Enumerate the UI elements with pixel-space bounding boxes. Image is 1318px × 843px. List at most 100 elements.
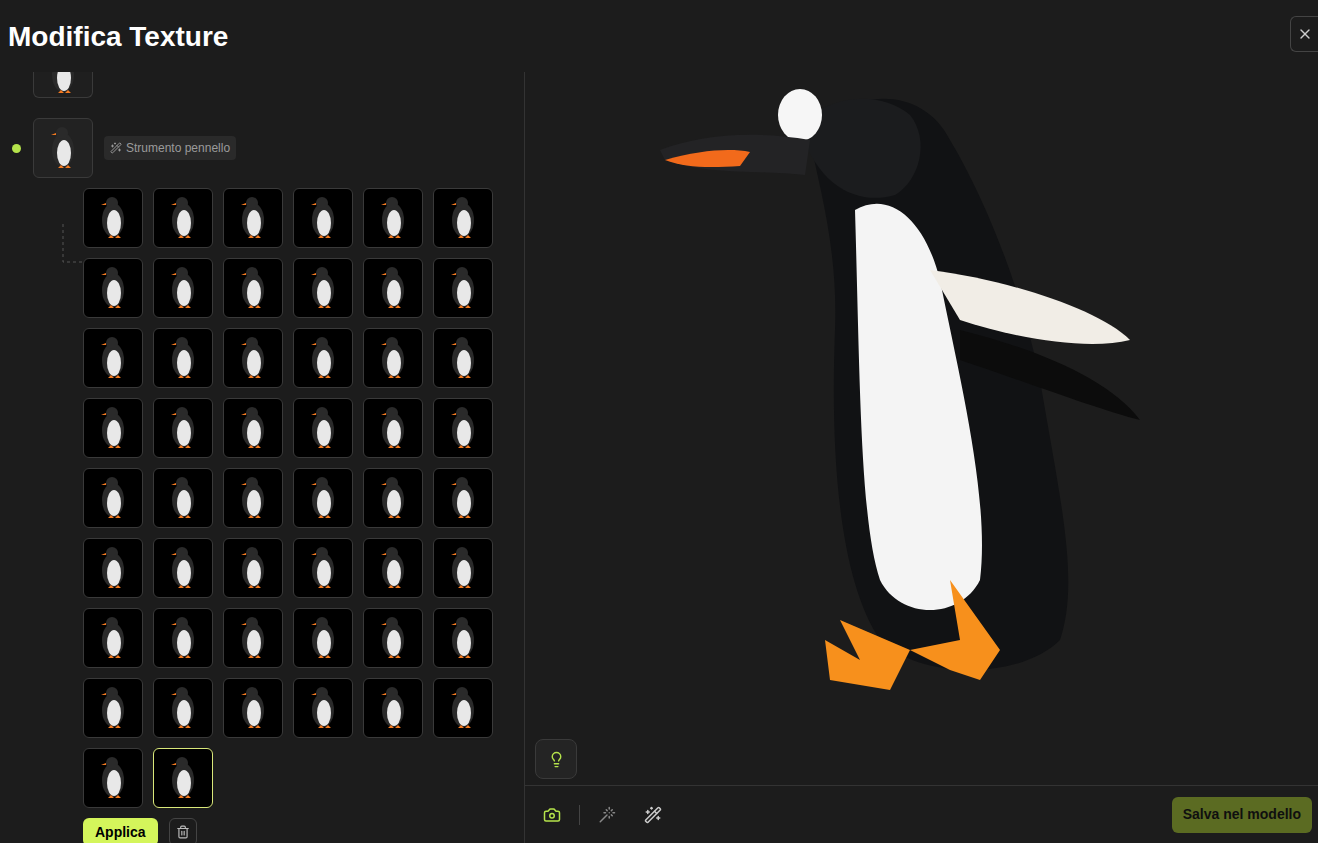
node-thumbnail[interactable] bbox=[33, 72, 93, 98]
variation-thumbnail[interactable] bbox=[433, 608, 493, 668]
variation-thumbnail[interactable] bbox=[153, 188, 213, 248]
variation-thumbnail[interactable] bbox=[433, 678, 493, 738]
apply-actions: Applica bbox=[0, 818, 524, 843]
delete-button[interactable] bbox=[169, 818, 197, 843]
penguin-thumbnail-icon bbox=[93, 264, 133, 312]
variation-thumbnail[interactable] bbox=[293, 188, 353, 248]
penguin-thumbnail-icon bbox=[163, 334, 203, 382]
variation-thumbnail[interactable] bbox=[153, 748, 213, 808]
history-tree: Strumento pennello Applica bbox=[0, 72, 524, 843]
variation-thumbnail[interactable] bbox=[83, 398, 143, 458]
variation-thumbnail[interactable] bbox=[83, 328, 143, 388]
penguin-thumbnail-icon bbox=[373, 194, 413, 242]
variation-thumbnail[interactable] bbox=[153, 258, 213, 318]
apply-button[interactable]: Applica bbox=[83, 818, 158, 843]
variation-thumbnail[interactable] bbox=[293, 678, 353, 738]
penguin-thumbnail-icon bbox=[43, 124, 83, 172]
variation-thumbnail[interactable] bbox=[223, 468, 283, 528]
variation-grid bbox=[0, 188, 524, 808]
lighting-button[interactable] bbox=[535, 739, 577, 779]
viewport-toolbar: Salva nel modello bbox=[525, 785, 1318, 843]
variation-thumbnail[interactable] bbox=[293, 608, 353, 668]
penguin-thumbnail-icon bbox=[163, 754, 203, 802]
variation-thumbnail[interactable] bbox=[223, 398, 283, 458]
variation-thumbnail[interactable] bbox=[293, 468, 353, 528]
penguin-thumbnail-icon bbox=[163, 684, 203, 732]
variation-thumbnail[interactable] bbox=[293, 538, 353, 598]
toolbar-divider bbox=[579, 805, 580, 825]
penguin-thumbnail-icon bbox=[163, 544, 203, 592]
variation-thumbnail[interactable] bbox=[363, 468, 423, 528]
history-panel: Strumento pennello Applica bbox=[0, 72, 525, 843]
tree-node-original[interactable] bbox=[0, 72, 524, 98]
variation-thumbnail[interactable] bbox=[223, 258, 283, 318]
variation-thumbnail[interactable] bbox=[83, 748, 143, 808]
wand-button[interactable] bbox=[598, 806, 616, 824]
active-node-dot bbox=[12, 144, 21, 153]
penguin-thumbnail-icon bbox=[233, 404, 273, 452]
variation-thumbnail[interactable] bbox=[83, 258, 143, 318]
variation-thumbnail[interactable] bbox=[363, 678, 423, 738]
penguin-thumbnail-icon bbox=[303, 404, 343, 452]
variation-thumbnail[interactable] bbox=[223, 608, 283, 668]
tree-node[interactable]: Strumento pennello bbox=[0, 118, 524, 178]
variation-thumbnail[interactable] bbox=[293, 258, 353, 318]
penguin-thumbnail-icon bbox=[373, 474, 413, 522]
penguin-thumbnail-icon bbox=[443, 194, 483, 242]
penguin-thumbnail-icon bbox=[303, 334, 343, 382]
penguin-thumbnail-icon bbox=[373, 614, 413, 662]
penguin-thumbnail-icon bbox=[443, 684, 483, 732]
variation-thumbnail[interactable] bbox=[363, 328, 423, 388]
penguin-thumbnail-icon bbox=[233, 474, 273, 522]
penguin-thumbnail-icon bbox=[233, 614, 273, 662]
variation-thumbnail[interactable] bbox=[223, 328, 283, 388]
brush-wand-icon bbox=[110, 142, 122, 154]
variation-thumbnail[interactable] bbox=[363, 398, 423, 458]
variation-thumbnail[interactable] bbox=[363, 608, 423, 668]
save-button[interactable]: Salva nel modello bbox=[1172, 797, 1312, 833]
variation-thumbnail[interactable] bbox=[83, 608, 143, 668]
variation-thumbnail[interactable] bbox=[83, 188, 143, 248]
magic-wand-button[interactable] bbox=[644, 806, 662, 824]
node-thumbnail[interactable] bbox=[33, 118, 93, 178]
variation-thumbnail[interactable] bbox=[293, 328, 353, 388]
variation-thumbnail[interactable] bbox=[223, 188, 283, 248]
variation-thumbnail[interactable] bbox=[153, 398, 213, 458]
variation-thumbnail[interactable] bbox=[363, 258, 423, 318]
penguin-model-icon[interactable] bbox=[660, 80, 1220, 710]
close-button[interactable] bbox=[1290, 16, 1318, 52]
variation-thumbnail[interactable] bbox=[153, 538, 213, 598]
penguin-thumbnail-icon bbox=[373, 404, 413, 452]
penguin-thumbnail-icon bbox=[163, 194, 203, 242]
variation-thumbnail[interactable] bbox=[433, 468, 493, 528]
variation-thumbnail[interactable] bbox=[433, 398, 493, 458]
node-badge: Strumento pennello bbox=[104, 136, 236, 160]
variation-thumbnail[interactable] bbox=[223, 678, 283, 738]
penguin-thumbnail-icon bbox=[163, 264, 203, 312]
variation-thumbnail[interactable] bbox=[223, 538, 283, 598]
texture-editor: Modifica Texture Strumento pennello Applic… bbox=[0, 0, 1318, 843]
penguin-thumbnail-icon bbox=[443, 264, 483, 312]
variation-thumbnail[interactable] bbox=[433, 538, 493, 598]
penguin-thumbnail-icon bbox=[93, 474, 133, 522]
variation-thumbnail[interactable] bbox=[83, 538, 143, 598]
penguin-thumbnail-icon bbox=[93, 544, 133, 592]
window-title: Modifica Texture bbox=[8, 19, 228, 54]
variation-thumbnail[interactable] bbox=[363, 188, 423, 248]
variation-thumbnail[interactable] bbox=[83, 678, 143, 738]
variation-thumbnail[interactable] bbox=[433, 328, 493, 388]
penguin-thumbnail-icon bbox=[93, 614, 133, 662]
camera-button[interactable] bbox=[543, 806, 561, 824]
variation-thumbnail[interactable] bbox=[153, 608, 213, 668]
variation-thumbnail[interactable] bbox=[363, 538, 423, 598]
variation-thumbnail[interactable] bbox=[153, 468, 213, 528]
penguin-thumbnail-icon bbox=[233, 334, 273, 382]
variation-thumbnail[interactable] bbox=[153, 328, 213, 388]
lightbulb-icon bbox=[548, 751, 565, 768]
variation-thumbnail[interactable] bbox=[153, 678, 213, 738]
variation-thumbnail[interactable] bbox=[433, 188, 493, 248]
viewport[interactable] bbox=[525, 72, 1318, 785]
variation-thumbnail[interactable] bbox=[293, 398, 353, 458]
variation-thumbnail[interactable] bbox=[433, 258, 493, 318]
variation-thumbnail[interactable] bbox=[83, 468, 143, 528]
